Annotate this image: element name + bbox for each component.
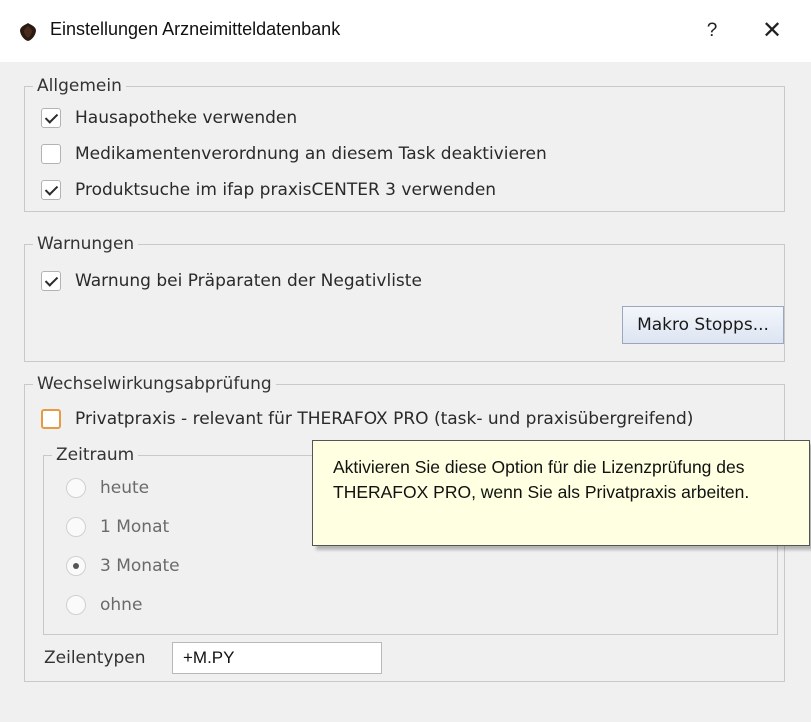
makro-stopps-button[interactable]: Makro Stopps... bbox=[622, 306, 784, 344]
group-legend-wechselwirkung: Wechselwirkungsabprüfung bbox=[33, 373, 276, 395]
checkbox-row-produktsuche[interactable]: Produktsuche im ifap praxisCENTER 3 verw… bbox=[41, 180, 496, 200]
checkbox-row-hausapotheke[interactable]: Hausapotheke verwenden bbox=[41, 108, 297, 128]
title-bar: Einstellungen Arzneimitteldatenbank ? ✕ bbox=[0, 0, 811, 62]
tooltip-privatpraxis: Aktivieren Sie diese Option für die Lize… bbox=[312, 440, 810, 546]
3-monate-radio[interactable] bbox=[66, 556, 86, 576]
medikamentenverordnung-checkbox[interactable] bbox=[41, 144, 61, 164]
radio-row-ohne[interactable]: ohne bbox=[66, 595, 142, 615]
ohne-radio[interactable] bbox=[66, 595, 86, 615]
radio-label: 3 Monate bbox=[100, 556, 180, 576]
zeilentypen-input[interactable]: +M.PY bbox=[172, 642, 382, 674]
radio-row-heute[interactable]: heute bbox=[66, 478, 149, 498]
checkbox-label: Warnung bei Präparaten der Negativliste bbox=[75, 271, 422, 291]
radio-label: heute bbox=[100, 478, 150, 498]
heute-radio[interactable] bbox=[66, 478, 86, 498]
checkbox-label: Privatpraxis - relevant für THERAFOX PRO… bbox=[75, 409, 694, 429]
produktsuche-checkbox[interactable] bbox=[41, 180, 61, 200]
close-button[interactable]: ✕ bbox=[752, 14, 792, 48]
checkbox-label: Hausapotheke verwenden bbox=[75, 108, 298, 128]
checkbox-row-medikamentenverordnung[interactable]: Medikamentenverordnung an diesem Task de… bbox=[41, 144, 547, 164]
negativliste-checkbox[interactable] bbox=[41, 271, 61, 291]
checkbox-label: Medikamentenverordnung an diesem Task de… bbox=[75, 144, 547, 164]
group-warnungen: Warnungen Warnung bei Präparaten der Neg… bbox=[24, 233, 785, 362]
checkbox-row-negativliste[interactable]: Warnung bei Präparaten der Negativliste bbox=[41, 271, 422, 291]
radio-label: ohne bbox=[100, 595, 143, 615]
checkbox-label: Produktsuche im ifap praxisCENTER 3 verw… bbox=[75, 180, 497, 200]
radio-row-3-monate[interactable]: 3 Monate bbox=[66, 556, 180, 576]
help-button[interactable]: ? bbox=[692, 14, 732, 48]
hausapotheke-checkbox[interactable] bbox=[41, 108, 61, 128]
radio-label: 1 Monat bbox=[100, 517, 170, 537]
app-logo-icon bbox=[20, 23, 36, 41]
checkbox-row-privatpraxis[interactable]: Privatpraxis - relevant für THERAFOX PRO… bbox=[41, 409, 693, 429]
group-legend-allgemein: Allgemein bbox=[33, 75, 126, 97]
radio-row-1-monat[interactable]: 1 Monat bbox=[66, 517, 169, 537]
privatpraxis-checkbox[interactable] bbox=[41, 409, 61, 429]
group-legend-zeitraum: Zeitraum bbox=[52, 444, 139, 466]
zeilentypen-label: Zeilentypen bbox=[44, 648, 146, 668]
window-title: Einstellungen Arzneimitteldatenbank bbox=[50, 19, 341, 39]
group-legend-warnungen: Warnungen bbox=[33, 233, 139, 255]
1-monat-radio[interactable] bbox=[66, 517, 86, 537]
group-allgemein: Allgemein Hausapotheke verwenden Medikam… bbox=[24, 75, 785, 212]
